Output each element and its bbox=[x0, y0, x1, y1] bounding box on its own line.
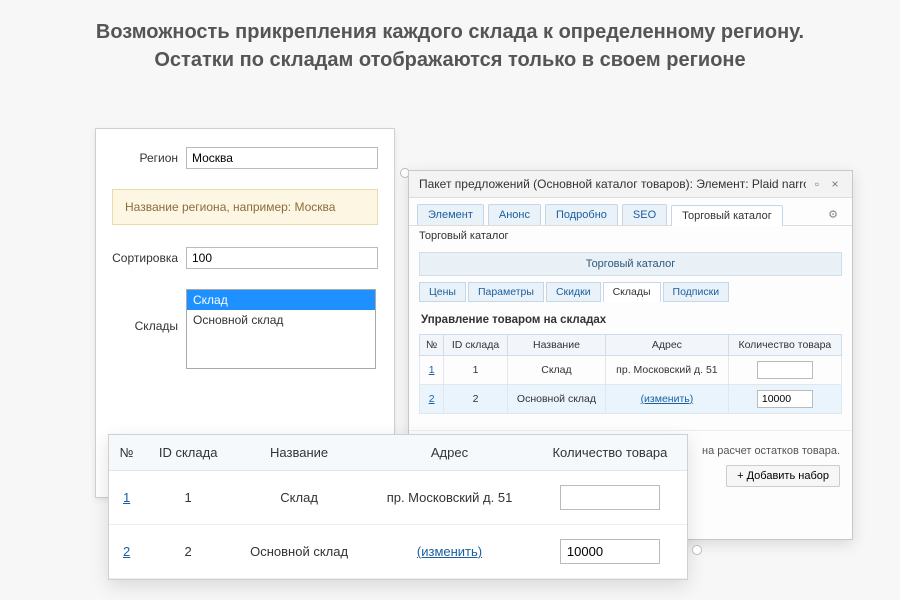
warehouses-listbox[interactable]: Склад Основной склад bbox=[186, 289, 376, 369]
col-name: Название bbox=[507, 335, 605, 356]
row-n-link[interactable]: 2 bbox=[123, 544, 130, 559]
list-item[interactable]: Склад bbox=[187, 290, 375, 310]
row-addr: пр. Московский д. 51 bbox=[606, 356, 729, 385]
row-addr-link[interactable]: (изменить) bbox=[417, 544, 482, 559]
close-icon[interactable]: × bbox=[828, 177, 842, 191]
list-item[interactable]: Основной склад bbox=[187, 310, 375, 330]
connector-dot bbox=[692, 545, 702, 555]
minimize-icon[interactable]: ▫ bbox=[810, 177, 824, 191]
table-row: 1 1 Склад пр. Московский д. 51 bbox=[109, 471, 687, 525]
subtab-warehouses[interactable]: Склады bbox=[603, 282, 661, 302]
dialog-subtabs: Цены Параметры Скидки Склады Подписки bbox=[419, 282, 842, 302]
row-n-link[interactable]: 1 bbox=[429, 364, 435, 376]
col-name: Название bbox=[232, 435, 366, 471]
warehouse-mini-table: № ID склада Название Адрес Количество то… bbox=[419, 334, 842, 414]
row-n-link[interactable]: 1 bbox=[123, 490, 130, 505]
subtab-discounts[interactable]: Скидки bbox=[546, 282, 601, 302]
dialog-tabs: Элемент Анонс Подробно SEO Торговый ката… bbox=[409, 198, 852, 226]
row-name: Основной склад bbox=[232, 525, 366, 579]
row-qty-input[interactable] bbox=[757, 390, 813, 408]
row-n-link[interactable]: 2 bbox=[429, 393, 435, 405]
table-row: 2 2 Основной склад (изменить) bbox=[420, 385, 842, 414]
subtab-subscriptions[interactable]: Подписки bbox=[663, 282, 730, 302]
col-id: ID склада bbox=[144, 435, 232, 471]
col-qty: Количество товара bbox=[533, 435, 687, 471]
col-addr: Адрес bbox=[606, 335, 729, 356]
row-name: Основной склад bbox=[507, 385, 605, 414]
row-id: 1 bbox=[144, 471, 232, 525]
col-id: ID склада bbox=[444, 335, 508, 356]
tab-anons[interactable]: Анонс bbox=[488, 204, 541, 225]
row-addr: пр. Московский д. 51 bbox=[366, 471, 533, 525]
dialog-titlebar: Пакет предложений (Основной каталог това… bbox=[409, 171, 852, 198]
dialog-subtitle: Торговый каталог bbox=[409, 226, 852, 246]
tab-element[interactable]: Элемент bbox=[417, 204, 484, 225]
sort-input[interactable] bbox=[186, 247, 378, 269]
gear-icon[interactable]: ⚙ bbox=[822, 204, 844, 225]
col-n: № bbox=[109, 435, 144, 471]
row-id: 2 bbox=[444, 385, 508, 414]
region-input[interactable] bbox=[186, 147, 378, 169]
section-band: Торговый каталог bbox=[419, 252, 842, 276]
tab-catalog[interactable]: Торговый каталог bbox=[671, 205, 783, 226]
add-set-button[interactable]: + Добавить набор bbox=[726, 465, 840, 487]
row-id: 2 bbox=[144, 525, 232, 579]
warehouse-mgmt-title: Управление товаром на складах bbox=[419, 308, 842, 334]
col-n: № bbox=[420, 335, 444, 356]
dialog-title: Пакет предложений (Основной каталог това… bbox=[419, 177, 806, 191]
row-id: 1 bbox=[444, 356, 508, 385]
row-qty-input[interactable] bbox=[757, 361, 813, 379]
row-addr-link[interactable]: (изменить) bbox=[641, 393, 694, 405]
sort-label: Сортировка bbox=[112, 247, 186, 265]
col-addr: Адрес bbox=[366, 435, 533, 471]
tab-seo[interactable]: SEO bbox=[622, 204, 667, 225]
table-row: 2 2 Основной склад (изменить) bbox=[109, 525, 687, 579]
tab-detail[interactable]: Подробно bbox=[545, 204, 618, 225]
page-heading: Возможность прикрепления каждого склада … bbox=[0, 0, 900, 84]
warehouse-big-table-panel: № ID склада Название Адрес Количество то… bbox=[108, 434, 688, 580]
row-qty-input[interactable] bbox=[560, 485, 660, 510]
row-name: Склад bbox=[507, 356, 605, 385]
warehouses-label: Склады bbox=[112, 289, 186, 333]
region-hint: Название региона, например: Москва bbox=[112, 189, 378, 225]
row-name: Склад bbox=[232, 471, 366, 525]
warehouse-big-table: № ID склада Название Адрес Количество то… bbox=[109, 435, 687, 579]
subtab-params[interactable]: Параметры bbox=[468, 282, 544, 302]
col-qty: Количество товара bbox=[728, 335, 841, 356]
row-qty-input[interactable] bbox=[560, 539, 660, 564]
subtab-prices[interactable]: Цены bbox=[419, 282, 466, 302]
table-row: 1 1 Склад пр. Московский д. 51 bbox=[420, 356, 842, 385]
region-label: Регион bbox=[112, 147, 186, 165]
